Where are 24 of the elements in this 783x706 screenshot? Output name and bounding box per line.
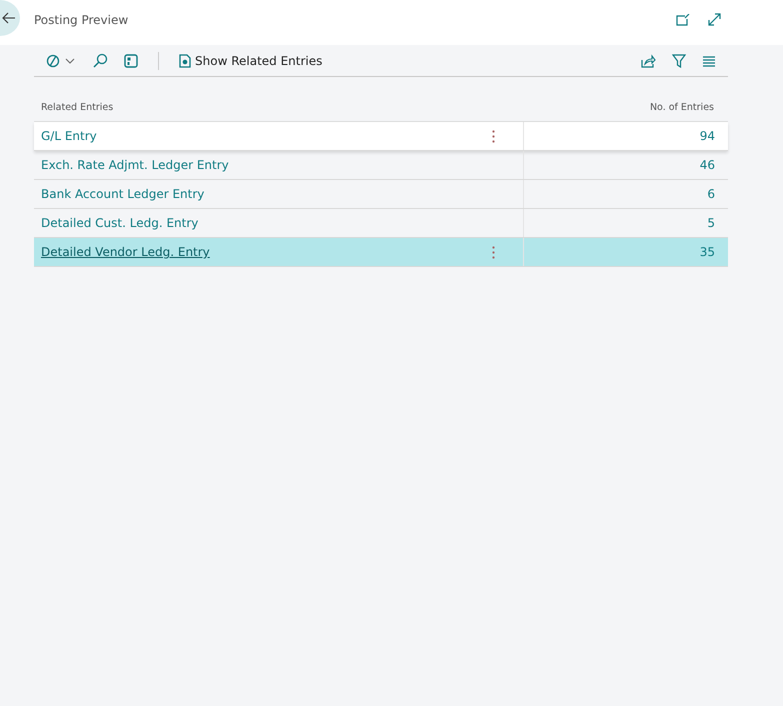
entry-count: 35 bbox=[698, 245, 716, 259]
entry-count: 94 bbox=[698, 129, 716, 143]
entry-count: 6 bbox=[706, 187, 716, 201]
open-new-window-icon[interactable] bbox=[674, 11, 692, 28]
back-arrow-icon bbox=[2, 12, 16, 24]
expand-icon[interactable] bbox=[706, 11, 723, 28]
page-title: Posting Preview bbox=[34, 12, 128, 26]
entry-count: 5 bbox=[706, 216, 716, 230]
filter-icon[interactable] bbox=[670, 52, 688, 70]
entry-link[interactable]: G/L Entry bbox=[34, 128, 484, 144]
entry-link[interactable]: Bank Account Ledger Entry bbox=[34, 186, 484, 202]
document-search-icon bbox=[179, 54, 191, 68]
layout-icon[interactable] bbox=[122, 52, 140, 70]
entry-link[interactable]: Detailed Cust. Ledg. Entry bbox=[34, 215, 484, 231]
column-header: No. of Entries bbox=[650, 102, 714, 113]
entry-link[interactable]: Exch. Rate Adjmt. Ledger Entry bbox=[34, 157, 484, 173]
table-row[interactable]: Bank Account Ledger Entry 6 bbox=[34, 180, 728, 209]
table-row[interactable]: Exch. Rate Adjmt. Ledger Entry 46 bbox=[34, 151, 728, 180]
entry-count: 46 bbox=[698, 158, 716, 172]
show-related-entries-button[interactable]: Show Related Entries bbox=[177, 52, 324, 70]
table-row[interactable]: Detailed Vendor Ledg. Entry 35 bbox=[34, 238, 728, 267]
entry-link[interactable]: Detailed Vendor Ledg. Entry bbox=[34, 244, 484, 260]
table-row[interactable]: G/L Entry 94 bbox=[34, 122, 728, 151]
column-header: Related Entries bbox=[41, 102, 114, 113]
